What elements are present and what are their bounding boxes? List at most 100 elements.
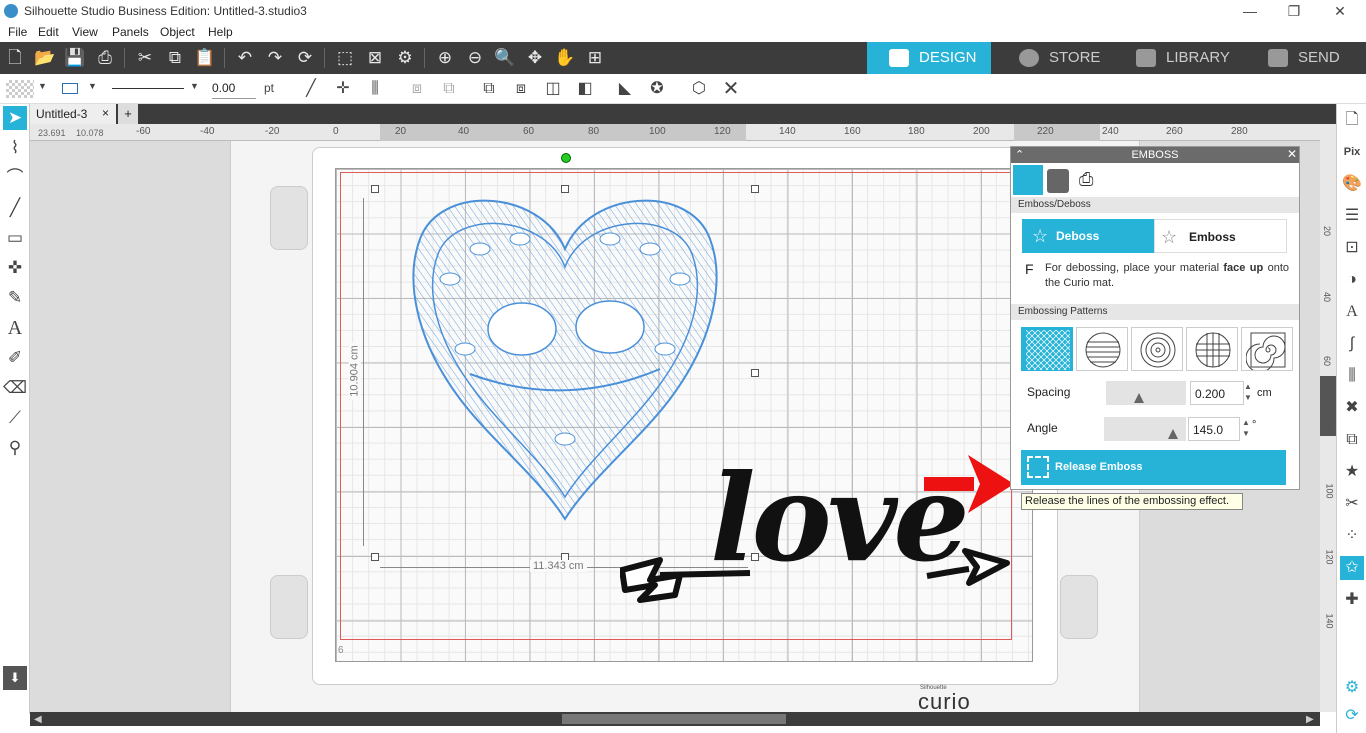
hand-icon[interactable]: ✋ (554, 47, 576, 69)
spacing-input[interactable]: 0.200 (1190, 381, 1244, 405)
curve-icon[interactable]: ⌒ (3, 166, 27, 190)
eraser-fill-icon[interactable]: ◣ (614, 78, 636, 100)
page-setup-icon[interactable]: 🗋 (1340, 108, 1364, 132)
move-icon[interactable]: ✛ (332, 78, 354, 100)
group-icon[interactable]: ⧈ (406, 78, 428, 100)
print-icon[interactable]: ⎙ (94, 47, 116, 69)
add-tab-button[interactable]: + (118, 104, 138, 124)
deboss-button[interactable]: ☆ Deboss (1022, 219, 1154, 253)
weld-icon[interactable]: ◫ (542, 78, 564, 100)
emboss-tab-icon[interactable] (1013, 165, 1043, 195)
pattern-concentric-circles[interactable] (1131, 327, 1183, 371)
replicate-icon[interactable]: ⧉ (1340, 428, 1364, 452)
document-tab[interactable]: Untitled-3 × (30, 104, 116, 124)
sketch-icon[interactable]: ✐ (3, 346, 27, 370)
slider-thumb[interactable] (1134, 393, 1144, 403)
resize-handle[interactable] (751, 369, 759, 377)
collapse-icon[interactable]: ⌃ (1015, 148, 1024, 161)
close-window-icon[interactable]: ✕ (1330, 2, 1350, 20)
3d-box-icon[interactable]: ⬡ (688, 78, 710, 100)
emboss-panel-icon[interactable]: ✩ (1340, 556, 1364, 580)
menu-edit[interactable]: Edit (38, 25, 59, 39)
line-color-swatch[interactable] (62, 83, 78, 94)
restore-icon[interactable]: ❐ (1284, 2, 1304, 20)
shapes-icon[interactable]: ✜ (3, 256, 27, 280)
minimize-icon[interactable]: — (1240, 2, 1260, 20)
save-icon[interactable]: 💾 (64, 47, 86, 69)
eraser-icon[interactable]: ⌫ (3, 376, 27, 400)
cut-icon[interactable]: ✂ (134, 47, 156, 69)
deboss-tool-tab-icon[interactable] (1047, 169, 1069, 193)
tab-library[interactable]: LIBRARY (1114, 42, 1244, 74)
resize-handle[interactable] (561, 185, 569, 193)
pattern-spiral[interactable] (1241, 327, 1293, 373)
zoom-out-icon[interactable]: ⊖ (464, 47, 486, 69)
resize-handle[interactable] (751, 185, 759, 193)
pattern-icon[interactable]: ⊡ (1340, 236, 1364, 260)
horizontal-scrollbar[interactable]: ◀ ▶ (30, 712, 1320, 726)
close-panel-icon[interactable]: ✕ (1287, 147, 1297, 161)
pattern-crosshatch[interactable] (1021, 327, 1073, 371)
fit-to-page-icon[interactable]: ⊞ (584, 47, 606, 69)
eyedropper-icon[interactable]: ⚲ (3, 436, 27, 460)
select-all-icon[interactable]: ⬚ (334, 47, 356, 69)
select-by-color-icon[interactable]: ⚙ (394, 47, 416, 69)
menu-object[interactable]: Object (160, 25, 195, 39)
menu-panels[interactable]: Panels (112, 25, 149, 39)
close-tab-icon[interactable]: × (102, 106, 109, 120)
rotate-handle[interactable] (561, 153, 571, 163)
zoom-in-icon[interactable]: ⊕ (434, 47, 456, 69)
refresh-icon[interactable]: ⟳ (1340, 704, 1364, 728)
ungroup-icon[interactable]: ⧉ (438, 78, 460, 100)
fill-swatch[interactable] (6, 80, 34, 98)
close-toolbar-icon[interactable]: ✕ (720, 78, 742, 100)
menu-view[interactable]: View (72, 25, 98, 39)
chevron-down-icon[interactable]: ▼ (38, 81, 47, 91)
star-tool-icon[interactable]: ✪ (646, 78, 668, 100)
tab-store[interactable]: STORE (997, 42, 1113, 74)
open-folder-icon[interactable]: 📂 (34, 47, 56, 69)
release-emboss-button[interactable]: Release Emboss (1021, 450, 1286, 485)
fill-palette-icon[interactable]: 🎨 (1340, 172, 1364, 196)
sketch-panel-icon[interactable]: ★ (1340, 460, 1364, 484)
compound-icon[interactable]: ⧉ (478, 78, 500, 100)
redraw-icon[interactable]: ⟳ (294, 47, 316, 69)
offset-panel-icon[interactable]: ✂ (1340, 492, 1364, 516)
line-tool-icon[interactable]: ╱ (300, 78, 322, 100)
settings-icon[interactable]: ⚙ (1340, 676, 1364, 700)
pencil-icon[interactable]: ✎ (3, 286, 27, 310)
text-icon[interactable]: A (3, 316, 27, 340)
menu-help[interactable]: Help (208, 25, 233, 39)
chevron-down-icon[interactable]: ▼ (88, 81, 97, 91)
scrollbar-thumb[interactable] (562, 714, 786, 724)
scroll-left-icon[interactable]: ◀ (34, 714, 42, 725)
download-icon[interactable]: ⬇ (3, 666, 27, 690)
transform-icon[interactable]: ✖ (1340, 396, 1364, 420)
new-file-icon[interactable]: 🗋 (4, 47, 26, 69)
align-icon[interactable]: ⫼ (364, 78, 386, 100)
angle-input[interactable]: 145.0 (1188, 417, 1240, 441)
line-width-input[interactable]: 0.00 (212, 81, 256, 99)
puzzle-icon[interactable]: ✚ (1340, 588, 1364, 612)
arrow-head-graphic[interactable] (925, 541, 1015, 591)
spin-arrows-icon[interactable]: ▲ ▼ (1244, 381, 1252, 403)
line-icon[interactable]: ╱ (3, 196, 27, 220)
emboss-button[interactable]: ☆ Emboss (1154, 219, 1287, 253)
menu-file[interactable]: File (8, 25, 27, 39)
chevron-down-icon[interactable]: ▼ (190, 81, 199, 91)
spin-arrows-icon[interactable]: ▲ ▼ (1242, 417, 1250, 439)
tab-send[interactable]: SEND (1246, 42, 1366, 74)
release-compound-icon[interactable]: ⧈ (510, 78, 532, 100)
pixscan-icon[interactable]: Pix (1340, 140, 1364, 164)
scroll-right-icon[interactable]: ▶ (1306, 714, 1314, 725)
spacing-slider[interactable] (1106, 381, 1186, 405)
text-style-icon[interactable]: A (1340, 300, 1364, 324)
knife-icon[interactable]: ⟋ (3, 406, 27, 430)
point-edit-icon[interactable]: ⌇ (3, 136, 27, 160)
resize-handle[interactable] (371, 553, 379, 561)
line-style-preview[interactable] (112, 88, 184, 89)
redo-icon[interactable]: ↷ (264, 47, 286, 69)
deselect-icon[interactable]: ⊠ (364, 47, 386, 69)
rectangle-icon[interactable]: ▭ (3, 226, 27, 250)
pattern-grid-circle[interactable] (1186, 327, 1238, 371)
